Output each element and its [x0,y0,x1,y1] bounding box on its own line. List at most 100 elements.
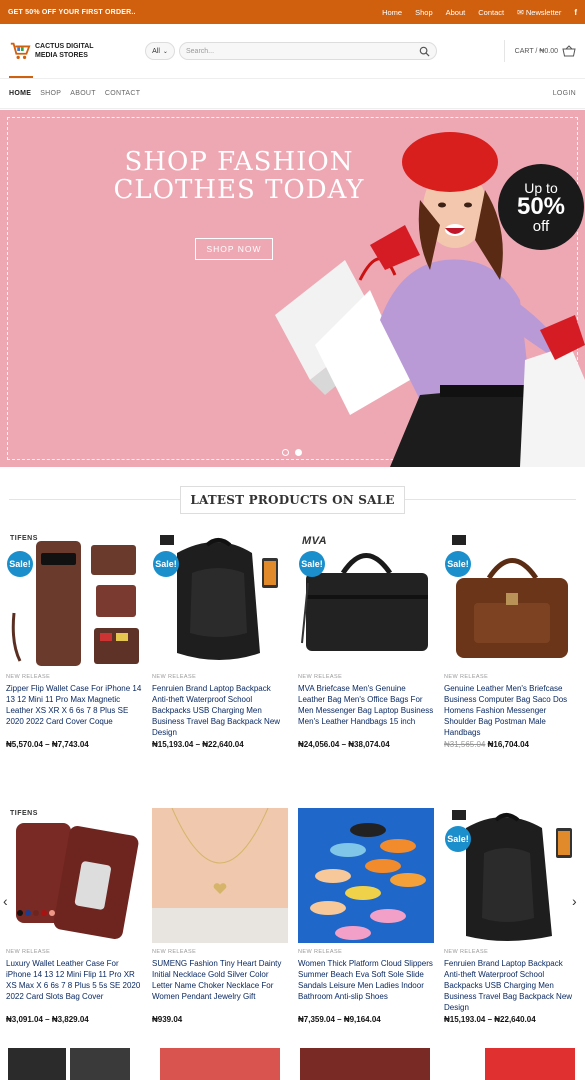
product-image[interactable]: Sale! [444,808,580,943]
slider-dot-2[interactable] [295,449,302,456]
cart-logo-icon [10,42,31,60]
price-high: ₦9,164.04 [343,1015,381,1024]
price-high: ₦3,829.04 [51,1015,89,1024]
carousel-prev-icon[interactable]: ‹ [3,893,8,909]
cart-total: CART / ₦0.00 [514,47,558,55]
product-title[interactable]: MVA Briefcase Men's Genuine Leather Bag … [298,683,434,738]
nav-contact[interactable]: CONTACT [105,90,140,97]
sale-badge: Sale! [7,551,33,577]
top-nav-contact[interactable]: Contact [478,8,504,17]
product-card[interactable]: MVA Sale! NEW RELEASE MVA Briefcase Men'… [298,533,434,749]
product-image[interactable]: TIFENS Sale! [6,533,142,668]
product-tag: NEW RELEASE [152,949,197,955]
product-image[interactable]: MVA Sale! [298,533,434,668]
slider-dot-1[interactable] [282,449,289,456]
slippers-image [310,823,426,940]
product-brand: TIFENS [10,535,38,542]
newsletter-link[interactable]: ✉ Newsletter [517,8,561,17]
product-title[interactable]: Zipper Flip Wallet Case For iPhone 14 13… [6,683,142,738]
product-brand: MVA [302,535,328,547]
search-bar: All ⌄ Search... [145,42,437,60]
nav-shop[interactable]: SHOP [40,90,61,97]
price-low: ₦7,359.04 [298,1015,335,1024]
product-title[interactable]: Genuine Leather Men's Briefcase Business… [444,683,580,738]
product-price: ₦31,565.04 ₦16,704.04 [444,740,580,749]
product-image-partial[interactable] [300,1048,430,1080]
price-high: ₦22,640.04 [202,740,244,749]
sale-badge: Sale! [445,551,471,577]
site-logo[interactable]: CACTUS DIGITAL MEDIA STORES [9,40,145,62]
top-nav-home[interactable]: Home [382,8,402,17]
category-select[interactable]: All ⌄ [145,42,175,60]
top-nav-shop[interactable]: Shop [415,8,433,17]
product-tag: NEW RELEASE [444,949,489,955]
product-card[interactable]: Sale! NEW RELEASE Fenruien Brand Laptop … [152,533,288,749]
top-nav-about[interactable]: About [446,8,466,17]
badge-percent: 50% [516,192,566,220]
search-input[interactable]: Search... [179,42,437,60]
price-separator: – [339,740,349,749]
product-price: ₦5,570.04 – ₦7,743.04 [6,740,142,749]
product-tag: NEW RELEASE [152,674,197,680]
product-card[interactable]: Sale! NEW RELEASE Genuine Leather Men's … [444,533,580,749]
shop-now-button[interactable]: SHOP NOW [195,238,273,260]
top-nav: Home Shop About Contact ✉ Newsletter f [382,8,577,17]
product-image-partial[interactable] [8,1048,66,1080]
nav-home[interactable]: HOME [9,76,34,97]
sale-badge: Sale! [153,551,179,577]
hero-banner: SHOP FASHION CLOTHES TODAY SHOP NOW Up t… [0,110,585,467]
login-link[interactable]: LOGIN [553,90,576,97]
category-value: All [152,47,160,55]
top-bar: GET 50% OFF YOUR FIRST ORDER.. Home Shop… [0,0,585,24]
sale-badge: Sale! [299,551,325,577]
product-price: ₦7,359.04 – ₦9,164.04 [298,1015,434,1024]
price-high: ₦22,640.04 [494,1015,536,1024]
wallet-case-red-image [16,823,139,940]
price-separator: – [193,740,203,749]
product-card[interactable]: TIFENS Sale! NEW RELEASE Zipper Flip Wal… [6,533,142,749]
product-tag: NEW RELEASE [298,949,343,955]
section-header: LATEST PRODUCTS ON SALE [0,486,585,514]
section-title: LATEST PRODUCTS ON SALE [180,486,405,514]
product-card[interactable]: NEW RELEASE Women Thick Platform Cloud S… [298,808,434,1024]
product-card[interactable]: NEW RELEASE SUMENG Fashion Tiny Heart Da… [152,808,288,1024]
price-separator: – [334,1015,344,1024]
carousel-next-icon[interactable]: › [572,893,577,909]
slider-dots [282,449,302,456]
price-separator: – [42,1015,52,1024]
search-placeholder: Search... [186,47,215,55]
price-low: ₦15,193.04 [152,740,194,749]
facebook-icon[interactable]: f [574,8,577,17]
cart-link[interactable]: CART / ₦0.00 [503,40,576,62]
nav-about[interactable]: ABOUT [70,90,96,97]
search-icon[interactable] [419,46,430,57]
price-new: ₦16,704.04 [487,740,529,749]
price-low: ₦3,091.04 [6,1015,43,1024]
product-title[interactable]: Luxury Wallet Leather Case For iPhone 14… [6,958,142,1013]
product-image[interactable]: Sale! [444,533,580,668]
product-title[interactable]: Fenruien Brand Laptop Backpack Anti-thef… [152,683,288,738]
product-image[interactable]: Sale! [152,533,288,668]
price-separator: – [485,1015,495,1024]
mail-icon: ✉ [517,7,524,17]
product-image-partial[interactable] [160,1048,280,1080]
product-image[interactable] [152,808,288,943]
next-product-row [0,1048,585,1080]
product-title[interactable]: Fenruien Brand Laptop Backpack Anti-thef… [444,958,580,1013]
product-title[interactable]: SUMENG Fashion Tiny Heart Dainty Initial… [152,958,288,1013]
product-title[interactable]: Women Thick Platform Cloud Slippers Summ… [298,958,434,1013]
product-image-partial[interactable] [70,1048,130,1080]
product-card[interactable]: Sale! NEW RELEASE Fenruien Brand Laptop … [444,808,580,1024]
logo-line-2: MEDIA STORES [35,52,88,59]
product-image-partial[interactable] [485,1048,575,1080]
product-card[interactable]: TIFENS NEW RELEASE Luxury Wallet Leather… [6,808,142,1024]
product-image[interactable] [298,808,434,943]
product-image[interactable]: TIFENS [6,808,142,943]
price-old: ₦31,565.04 [444,740,486,749]
price-low: ₦15,193.04 [444,1015,486,1024]
price-high: ₦7,743.04 [51,740,89,749]
product-brand: TIFENS [10,810,38,817]
site-header: CACTUS DIGITAL MEDIA STORES All ⌄ Search.… [0,24,585,79]
product-tag: NEW RELEASE [6,674,51,680]
product-tag: NEW RELEASE [444,674,489,680]
